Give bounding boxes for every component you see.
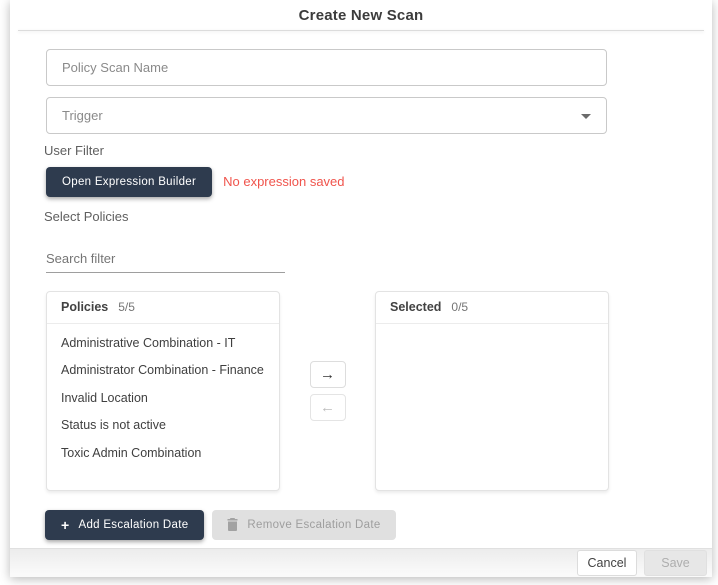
- list-mover-controls: → ←: [280, 291, 375, 491]
- plus-icon: +: [61, 517, 69, 533]
- remove-escalation-date-button[interactable]: Remove Escalation Date: [212, 510, 395, 540]
- trigger-select[interactable]: Trigger: [46, 97, 607, 134]
- policy-list-item[interactable]: Administrator Combination - Finance: [47, 356, 279, 384]
- escalation-row: + Add Escalation Date Remove Escalation …: [45, 510, 712, 540]
- move-right-button[interactable]: →: [310, 361, 346, 388]
- arrow-right-icon: →: [320, 367, 335, 382]
- add-escalation-date-button[interactable]: + Add Escalation Date: [45, 510, 204, 540]
- select-policies-label: Select Policies: [44, 209, 712, 224]
- cancel-button[interactable]: Cancel: [577, 550, 637, 576]
- search-filter-input[interactable]: [46, 251, 285, 273]
- policy-dual-list: Policies 5/5 Administrative Combination …: [46, 291, 609, 491]
- chevron-down-icon: [581, 114, 591, 119]
- selected-panel-title: Selected: [390, 300, 441, 314]
- arrow-left-icon: ←: [320, 400, 335, 415]
- policy-list-item[interactable]: Toxic Admin Combination: [47, 439, 279, 467]
- search-filter-wrap: [46, 250, 285, 273]
- trash-icon: [227, 518, 238, 531]
- expression-row: Open Expression Builder No expression sa…: [46, 167, 712, 197]
- policies-selected-panel: Selected 0/5: [375, 291, 609, 491]
- policy-scan-name-input[interactable]: [46, 49, 607, 86]
- create-scan-dialog: Create New Scan Trigger User Filter Open…: [10, 0, 712, 577]
- dialog-title: Create New Scan: [299, 7, 424, 24]
- policy-list-item[interactable]: Status is not active: [47, 411, 279, 439]
- open-expression-builder-button[interactable]: Open Expression Builder: [46, 167, 212, 197]
- dialog-content: Trigger User Filter Open Expression Buil…: [10, 31, 712, 540]
- trigger-select-label: Trigger: [62, 108, 103, 123]
- policies-panel-header: Policies 5/5: [47, 292, 279, 324]
- user-filter-label: User Filter: [44, 143, 712, 158]
- policies-available-panel: Policies 5/5 Administrative Combination …: [46, 291, 280, 491]
- selected-panel-header: Selected 0/5: [376, 292, 608, 324]
- save-button[interactable]: Save: [644, 550, 707, 576]
- policies-panel-title: Policies: [61, 300, 108, 314]
- dialog-header: Create New Scan: [10, 0, 712, 30]
- selected-panel-count: 0/5: [451, 300, 468, 314]
- move-left-button[interactable]: ←: [310, 394, 346, 421]
- policy-list-item[interactable]: Invalid Location: [47, 384, 279, 412]
- policies-panel-count: 5/5: [118, 300, 135, 314]
- remove-escalation-date-label: Remove Escalation Date: [247, 519, 380, 531]
- dialog-footer: Cancel Save: [10, 549, 712, 577]
- policy-list-item[interactable]: Administrative Combination - IT: [47, 329, 279, 357]
- expression-status-text: No expression saved: [223, 174, 344, 189]
- policies-list: Administrative Combination - IT Administ…: [47, 324, 279, 467]
- add-escalation-date-label: Add Escalation Date: [78, 519, 188, 531]
- selected-list: [376, 324, 608, 329]
